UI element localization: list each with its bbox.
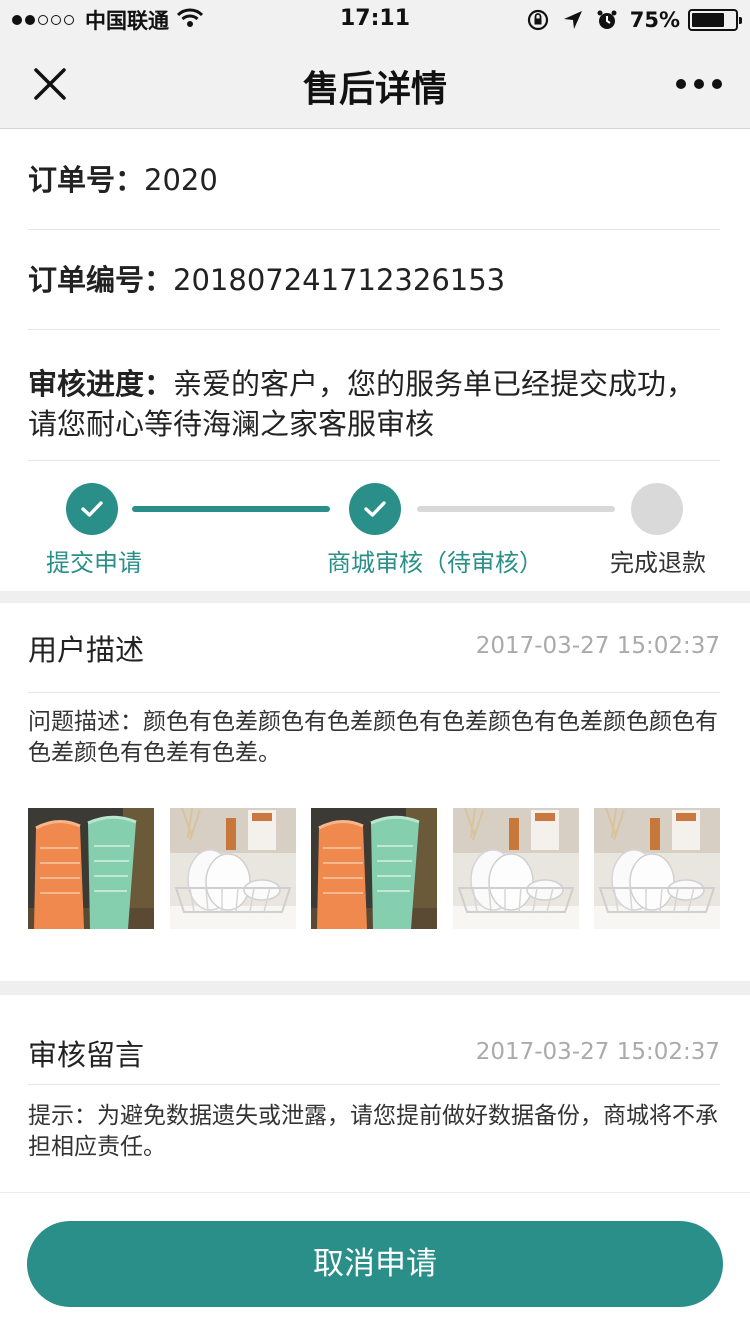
step-2-label: 商城审核（待审核） xyxy=(327,549,543,577)
review-message-header: 审核留言 2017-03-27 15:02:37 xyxy=(28,995,720,1085)
battery-icon xyxy=(688,9,742,31)
page-title: 售后详情 xyxy=(302,69,447,110)
more-dots-icon xyxy=(712,79,722,89)
photo-thumbnail-dish-rack[interactable] xyxy=(452,808,579,929)
check-icon xyxy=(364,501,386,517)
nav-bar: 售后详情 xyxy=(0,40,750,129)
status-right: 75% xyxy=(514,7,742,33)
progress-stepper: 提交申请 商城审核（待审核） 完成退款 xyxy=(0,461,750,591)
location-arrow-icon xyxy=(562,9,584,31)
more-button[interactable] xyxy=(676,70,722,98)
user-description-time: 2017-03-27 15:02:37 xyxy=(475,633,720,659)
step-2-circle xyxy=(349,483,401,535)
battery-level xyxy=(692,13,724,27)
review-message-text: 提示：为避免数据遗失或泄露，请您提前做好数据备份，商城将不承担相应责任。 xyxy=(28,1103,718,1160)
battery-percent: 75% xyxy=(629,8,680,32)
photo-thumbnail-dish-rack[interactable] xyxy=(594,808,720,929)
step-1-circle xyxy=(66,483,118,535)
more-dots-icon xyxy=(694,79,704,89)
section-divider xyxy=(0,981,750,995)
photo-thumbnail-towel[interactable] xyxy=(28,808,154,929)
step-1-label: 提交申请 xyxy=(46,549,142,577)
step-3-label: 完成退款 xyxy=(610,549,706,577)
review-message-title: 审核留言 xyxy=(28,1038,145,1072)
cancel-request-button[interactable]: 取消申请 xyxy=(27,1221,723,1307)
alarm-icon xyxy=(596,9,618,31)
step-3-circle xyxy=(631,483,683,535)
orientation-lock-icon xyxy=(526,8,550,32)
check-icon xyxy=(81,501,103,517)
order-id-label: 订单号： xyxy=(28,163,145,197)
more-dots-icon xyxy=(676,79,686,89)
review-progress-row: 审核进度：亲爱的客户，您的服务单已经提交成功，请您耐心等待海澜之家客服审核 xyxy=(28,330,720,461)
order-id-value: 2020 xyxy=(144,163,218,197)
photo-thumbnail-dish-rack[interactable] xyxy=(169,808,296,929)
status-bar: 中国联通 17:11 75% xyxy=(0,0,750,40)
review-progress-label: 审核进度： xyxy=(28,367,174,401)
section-divider xyxy=(0,591,750,603)
review-message-time: 2017-03-27 15:02:37 xyxy=(475,1039,720,1065)
order-id-row: 订单号：2020 xyxy=(28,130,720,230)
step-connector-1 xyxy=(132,506,330,512)
order-number-label: 订单编号： xyxy=(28,263,174,297)
step-connector-2 xyxy=(417,506,615,512)
photo-thumbnail-towel[interactable] xyxy=(311,808,437,929)
user-description-text: 问题描述：颜色有色差颜色有色差颜色有色差颜色有色差颜色颜色有色差颜色有色差有色差… xyxy=(28,709,718,766)
order-number-value: 201807241712326153 xyxy=(173,263,506,297)
user-description-title: 用户描述 xyxy=(28,633,145,667)
user-description-header: 用户描述 2017-03-27 15:02:37 xyxy=(28,603,720,693)
photo-thumbnails xyxy=(28,808,720,929)
order-number-row: 订单编号：201807241712326153 xyxy=(28,230,720,330)
footer-divider xyxy=(0,1192,750,1193)
